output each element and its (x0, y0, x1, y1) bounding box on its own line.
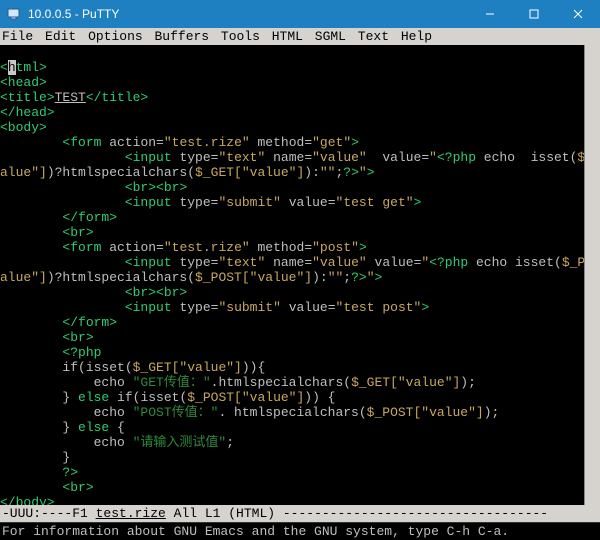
menu-buffers[interactable]: Buffers (154, 29, 209, 44)
close-button[interactable] (556, 0, 600, 28)
emacs-modeline: -UUU:----F1 test.rize All L1 (HTML) ----… (0, 505, 600, 522)
putty-app-icon (6, 6, 22, 22)
scrollbar[interactable] (584, 45, 600, 505)
menu-file[interactable]: File (2, 29, 33, 44)
menu-html[interactable]: HTML (272, 29, 303, 44)
window-title: 10.0.0.5 - PuTTY (28, 7, 468, 21)
emacs-menubar: File Edit Options Buffers Tools HTML SGM… (0, 28, 600, 45)
cursor: h (8, 60, 16, 75)
menu-options[interactable]: Options (88, 29, 143, 44)
menu-sgml[interactable]: SGML (315, 29, 346, 44)
titlebar[interactable]: 10.0.0.5 - PuTTY (0, 0, 600, 28)
menu-tools[interactable]: Tools (221, 29, 260, 44)
menu-text[interactable]: Text (358, 29, 389, 44)
window-buttons (468, 0, 600, 28)
emacs-echo-area: For information about GNU Emacs and the … (0, 522, 600, 540)
editor-area[interactable]: <html> <head> <title>TEST</title> </head… (0, 45, 600, 505)
putty-window: 10.0.0.5 - PuTTY File Edit Options Buffe… (0, 0, 600, 540)
code-buffer[interactable]: <html> <head> <title>TEST</title> </head… (0, 45, 600, 505)
menu-edit[interactable]: Edit (45, 29, 76, 44)
buffer-filename: test.rize (96, 506, 166, 521)
minimize-button[interactable] (468, 0, 512, 28)
maximize-button[interactable] (512, 0, 556, 28)
menu-help[interactable]: Help (401, 29, 432, 44)
